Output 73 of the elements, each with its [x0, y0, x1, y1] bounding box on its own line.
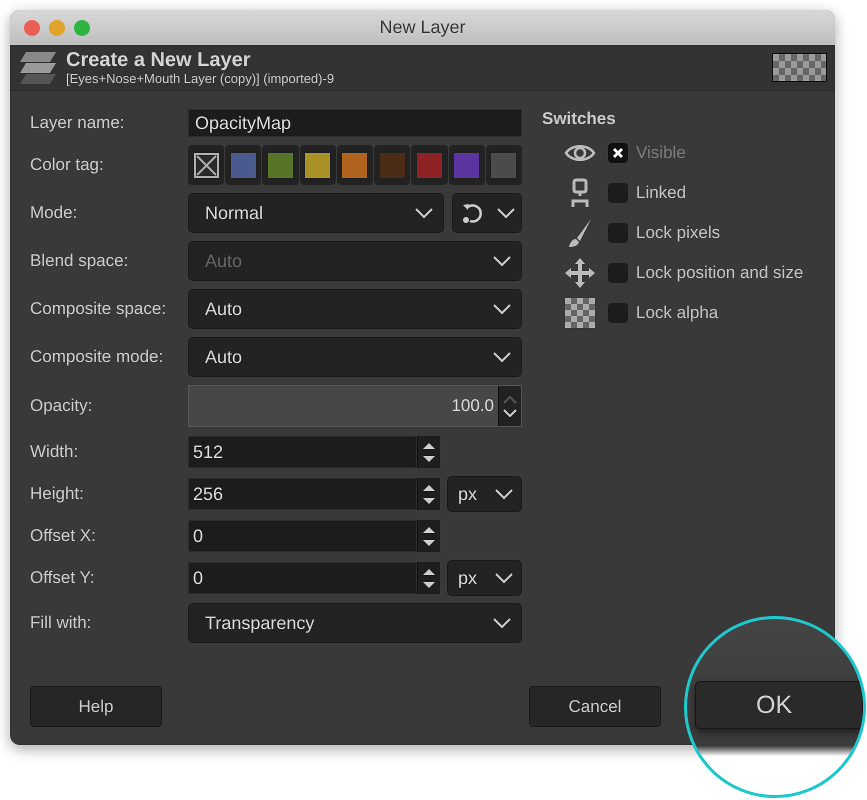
mode-dropdown[interactable]: Normal — [188, 193, 444, 233]
checkbox[interactable] — [608, 262, 628, 282]
chevron-down-icon — [493, 256, 511, 266]
color-tag-swatch[interactable] — [262, 145, 299, 185]
number-field[interactable]: 256 — [188, 478, 417, 510]
move-icon — [564, 256, 596, 288]
chevron-down-icon — [493, 618, 511, 628]
number-field[interactable]: 0 — [188, 520, 417, 552]
switch-label: Linked — [636, 182, 686, 202]
field-label: Blend space: — [30, 251, 130, 271]
layers-icon — [18, 50, 58, 86]
chain-icon — [571, 178, 589, 208]
color-tag-swatch[interactable] — [225, 145, 262, 185]
field-label: Width: — [30, 442, 80, 462]
number-field[interactable]: 512 — [188, 436, 417, 468]
zoom-button[interactable] — [74, 20, 90, 36]
window-title: New Layer — [379, 17, 466, 38]
color-tag-swatch[interactable] — [486, 145, 522, 185]
unit-dropdown[interactable]: px — [447, 476, 522, 512]
dropdown[interactable]: Auto — [188, 289, 522, 329]
spin-buttons[interactable] — [417, 520, 440, 552]
color-tag-swatch[interactable] — [448, 145, 485, 185]
color-tag-swatch[interactable] — [188, 145, 224, 185]
close-button[interactable] — [24, 20, 40, 36]
minimize-button[interactable] — [49, 20, 65, 36]
checkbox[interactable] — [608, 302, 628, 322]
field-label: Color tag: — [30, 155, 105, 175]
spin-buttons[interactable] — [498, 386, 521, 426]
switch-label: Lock alpha — [636, 302, 718, 322]
field-label: Mode: — [30, 203, 78, 223]
mode-options-button[interactable] — [452, 193, 522, 233]
chevron-down-icon — [415, 208, 433, 218]
field-label: Opacity: — [30, 396, 94, 416]
cross-icon — [612, 146, 624, 158]
layer-preview-thumbnail — [772, 53, 827, 82]
field-label: Layer name: — [30, 113, 126, 133]
spin-buttons[interactable] — [417, 436, 440, 468]
switch-label: Lock pixels — [636, 222, 720, 242]
dialog-button[interactable]: Cancel — [529, 686, 661, 727]
dialog-subtitle: [Eyes+Nose+Mouth Layer (copy)] (imported)-9 — [66, 70, 336, 86]
switches-heading: Switches — [542, 109, 617, 129]
dropdown[interactable]: Transparency — [188, 603, 522, 643]
number-field[interactable]: 0 — [188, 562, 417, 594]
unit-dropdown[interactable]: px — [447, 560, 522, 596]
spin-buttons[interactable] — [417, 478, 440, 510]
field-label: Offset X: — [30, 526, 97, 546]
chevron-down-icon — [493, 304, 511, 314]
color-tag-swatch[interactable] — [374, 145, 410, 185]
color-tag-swatch[interactable] — [336, 145, 374, 185]
color-tag-swatch[interactable] — [300, 145, 336, 185]
checkerboard-icon — [565, 298, 595, 328]
brush-icon — [567, 218, 593, 248]
layer-name-field[interactable]: OpacityMap — [188, 109, 522, 137]
spin-buttons[interactable] — [417, 562, 440, 594]
chevron-down-icon — [493, 352, 511, 362]
chevron-down-icon — [495, 488, 513, 500]
switch-label: Visible — [636, 142, 686, 162]
dropdown[interactable]: Auto — [188, 337, 522, 377]
color-tag-swatch[interactable] — [411, 145, 448, 185]
field-label: Height: — [30, 484, 85, 504]
checkbox[interactable] — [608, 182, 628, 202]
field-label: Offset Y: — [30, 568, 96, 588]
chevron-down-icon — [495, 572, 513, 584]
field-label: Composite space: — [30, 299, 168, 319]
chevron-down-icon — [496, 208, 514, 218]
ok-button[interactable]: OK — [695, 681, 863, 729]
opacity-slider[interactable]: 100.0 — [189, 386, 498, 426]
checkbox[interactable] — [608, 222, 628, 242]
switch-label: Lock position and size — [636, 262, 804, 282]
field-label: Composite mode: — [30, 347, 164, 367]
dialog-title: Create a New Layer — [66, 50, 252, 70]
help-button[interactable]: Help — [30, 686, 162, 727]
field-label: Fill with: — [30, 613, 92, 633]
